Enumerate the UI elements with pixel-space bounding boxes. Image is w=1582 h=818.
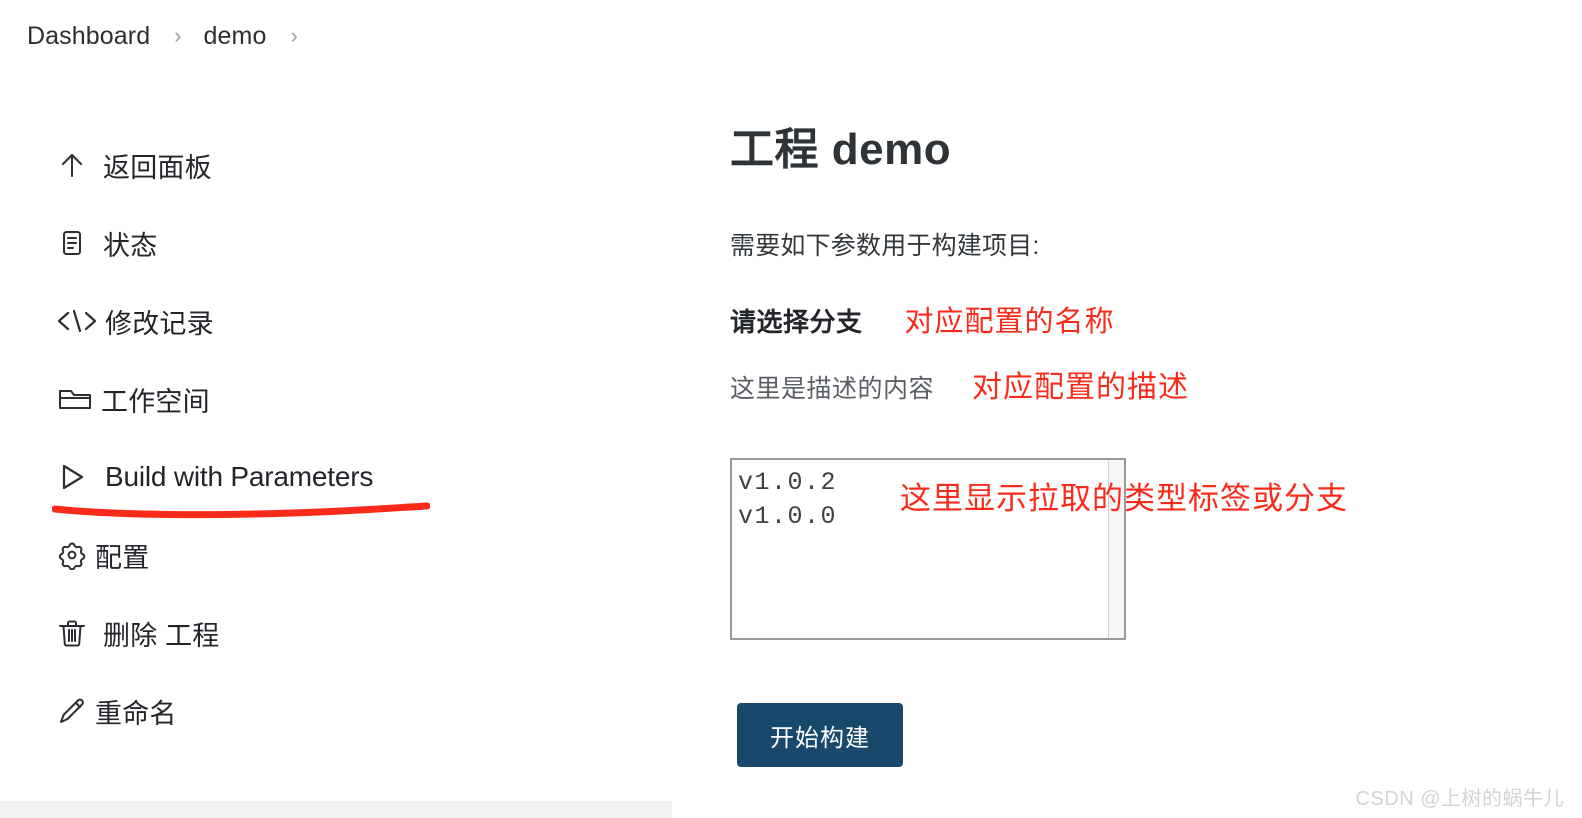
chevron-right-icon: › bbox=[174, 23, 182, 48]
watermark: CSDN @上树的蜗牛儿 bbox=[1355, 788, 1564, 810]
breadcrumb-item-dashboard[interactable]: Dashboard bbox=[27, 22, 150, 51]
sidebar-item-label: 配置 bbox=[95, 542, 150, 573]
breadcrumb: Dashboard › demo › bbox=[27, 18, 320, 54]
sidebar-item-label: 重命名 bbox=[95, 698, 177, 729]
trash-icon bbox=[55, 616, 89, 650]
parameter-name-row: 请选择分支 对应配置的名称 bbox=[730, 298, 1550, 340]
folder-icon bbox=[55, 382, 95, 416]
main-content: 工程 demo 需要如下参数用于构建项目: 请选择分支 对应配置的名称 这里是描… bbox=[730, 125, 1550, 406]
sidebar-item-workspace[interactable]: 工作空间 bbox=[0, 360, 672, 438]
pencil-icon bbox=[55, 694, 89, 728]
bottom-divider bbox=[0, 801, 672, 818]
sidebar: 返回面板 状态 修改记录 工作空间 Build with Parameters … bbox=[0, 126, 672, 750]
code-icon bbox=[55, 304, 99, 338]
sidebar-item-label: 删除 工程 bbox=[103, 620, 220, 651]
sidebar-item-delete-project[interactable]: 删除 工程 bbox=[0, 594, 672, 672]
document-icon bbox=[55, 226, 89, 260]
parameter-description-text: 这里是描述的内容 bbox=[730, 375, 935, 404]
sidebar-item-build-with-parameters[interactable]: Build with Parameters bbox=[0, 438, 672, 516]
start-build-button[interactable]: 开始构建 bbox=[737, 703, 903, 767]
gear-icon bbox=[55, 538, 89, 572]
sidebar-item-label: 返回面板 bbox=[103, 152, 212, 183]
annotation-listbox: 这里显示拉取的类型标签或分支 bbox=[900, 481, 1348, 516]
sidebar-item-back-to-dashboard[interactable]: 返回面板 bbox=[0, 126, 672, 204]
sidebar-item-changes[interactable]: 修改记录 bbox=[0, 282, 672, 360]
sidebar-item-status[interactable]: 状态 bbox=[0, 204, 672, 282]
play-icon bbox=[55, 460, 89, 494]
parameter-description-row: 这里是描述的内容 对应配置的描述 bbox=[730, 362, 1550, 406]
annotation-parameter-name: 对应配置的名称 bbox=[904, 306, 1115, 339]
sidebar-item-rename[interactable]: 重命名 bbox=[0, 672, 672, 750]
page-title: 工程 demo bbox=[730, 125, 952, 174]
sidebar-item-label: Build with Parameters bbox=[105, 461, 374, 492]
breadcrumb-item-demo[interactable]: demo bbox=[204, 22, 267, 51]
arrow-up-icon bbox=[55, 148, 89, 182]
chevron-right-icon: › bbox=[290, 23, 298, 48]
annotation-parameter-description: 对应配置的描述 bbox=[972, 371, 1190, 405]
sidebar-item-label: 工作空间 bbox=[101, 386, 210, 417]
sidebar-item-label: 修改记录 bbox=[105, 308, 214, 339]
sidebar-item-configure[interactable]: 配置 bbox=[0, 516, 672, 594]
intro-text: 需要如下参数用于构建项目: bbox=[730, 232, 1040, 261]
parameter-name-label: 请选择分支 bbox=[730, 307, 863, 338]
sidebar-item-label: 状态 bbox=[103, 230, 158, 261]
